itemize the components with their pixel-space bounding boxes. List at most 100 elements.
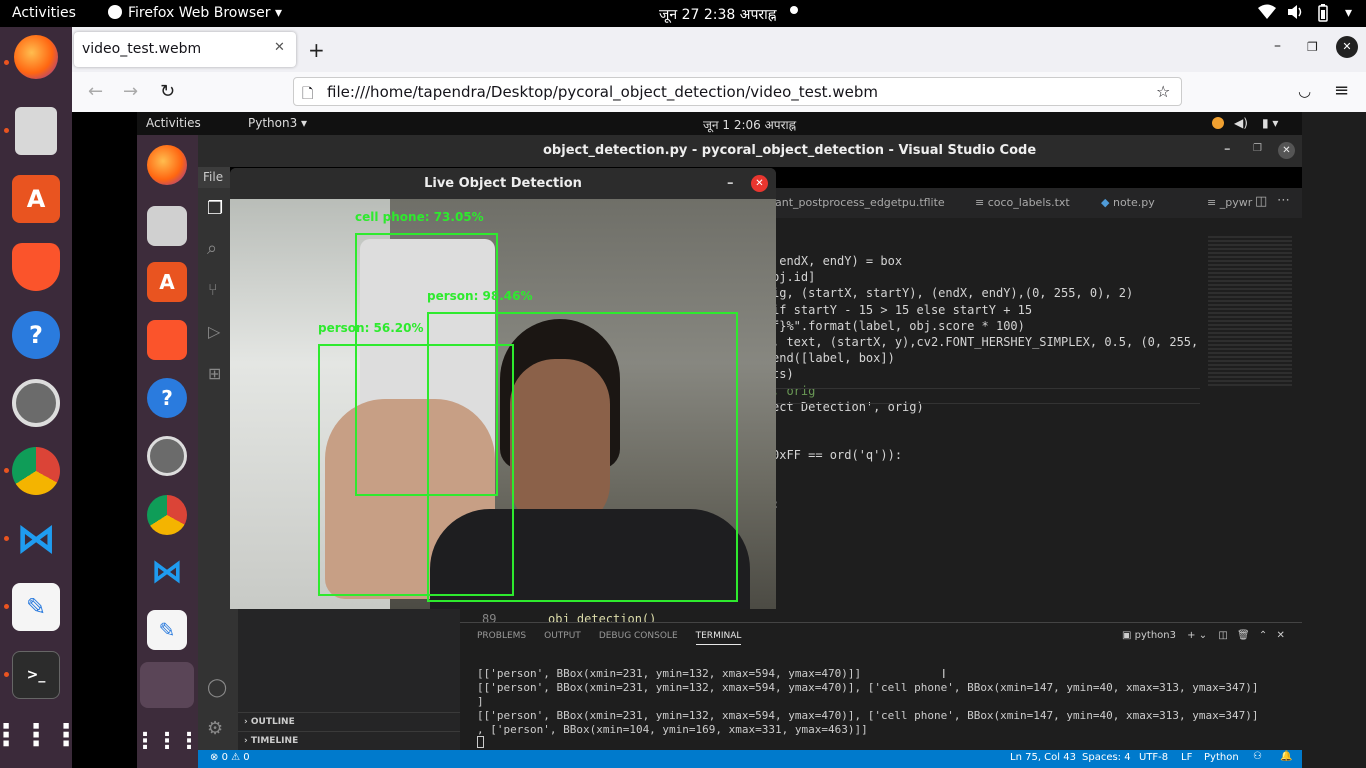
notification-dot xyxy=(790,6,798,14)
list-icon: ≡ xyxy=(975,196,985,209)
reload-icon[interactable]: ↻ xyxy=(160,81,175,102)
vscode-minimize-icon: – xyxy=(1224,142,1231,157)
more-actions-icon: ⋯ xyxy=(1277,193,1290,208)
show-apps-icon[interactable]: ⋮⋮⋮ xyxy=(0,711,81,759)
close-panel-icon: ✕ xyxy=(1276,630,1285,641)
back-icon[interactable]: ← xyxy=(88,81,103,102)
new-tab-icon[interactable]: + xyxy=(308,38,325,62)
inner-running-app-icon xyxy=(140,662,194,708)
clock[interactable]: जून 27 2:38 अपराह्न xyxy=(659,5,776,24)
file-icon: 🗋 xyxy=(302,86,314,102)
firefox-icon xyxy=(108,5,122,19)
maximize-icon[interactable]: ❐ xyxy=(1307,40,1318,54)
code-line: f}%".format(label, obj.score * 100) xyxy=(772,318,1025,333)
volume-icon[interactable] xyxy=(1287,4,1303,24)
detection-close-icon: ✕ xyxy=(751,175,768,192)
camera-frame: cell phone: 73.05% person: 98.46% person… xyxy=(230,199,776,609)
vscode-close-icon: ✕ xyxy=(1278,142,1295,159)
code-line: endX, endY) = box xyxy=(772,254,903,268)
notifications-bell-icon: 🔔 xyxy=(1280,751,1293,762)
running-indicator xyxy=(4,536,9,541)
inner-text-editor-icon: ✎ xyxy=(147,610,187,650)
code-line: ig, (startX, startY), (endX, endY),(0, 2… xyxy=(772,286,1134,301)
app-menu[interactable]: Firefox Web Browser ▾ xyxy=(108,5,282,21)
trash-icon: 🗑 xyxy=(1236,630,1250,641)
bottom-panel: PROBLEMS OUTPUT DEBUG CONSOLE TERMINAL ▣ py… xyxy=(460,622,1302,750)
hamburger-menu-icon[interactable]: ≡ xyxy=(1334,80,1349,101)
inner-activities: Activities xyxy=(146,116,201,130)
running-indicator xyxy=(4,60,9,65)
dock: A ? ⋈ ✎ >_ ⋮⋮⋮ xyxy=(0,27,81,768)
warning-count: 0 xyxy=(243,752,250,763)
tab-tflite: ant_postprocess_edgetpu.tflite xyxy=(775,196,945,209)
inner-help-icon: ? xyxy=(147,378,187,418)
inner-top-bar: Activities Python3 ▾ जून 1 2:06 अपराह्न … xyxy=(137,112,1302,135)
inner-dock: A ? ⋈ ✎ ⋮⋮⋮ xyxy=(134,135,200,768)
firefox-icon[interactable] xyxy=(14,35,58,79)
inner-app-menu: Python3 ▾ xyxy=(248,116,308,130)
tab-coco-labels: ≡ coco_labels.txt xyxy=(975,196,1070,209)
forward-icon[interactable]: → xyxy=(123,81,138,102)
code-lines: endX, endY) = box bj.id] ig, (startX, star… xyxy=(772,254,1202,513)
chevron-down-icon: ⌄ xyxy=(1198,630,1208,641)
code-line: 0xFF == ord('q')): xyxy=(772,448,903,463)
text-cursor-icon: I xyxy=(942,667,946,681)
activities-button[interactable]: Activities xyxy=(12,5,76,21)
software-icon[interactable]: A xyxy=(12,175,60,223)
pocket-icon[interactable]: ◡ xyxy=(1298,82,1311,100)
inner-battery-icon: ▮ ▾ xyxy=(1262,116,1279,130)
running-indicator xyxy=(4,468,9,473)
terminal-cursor xyxy=(477,736,484,748)
feedback-icon: ⚇ xyxy=(1253,751,1262,762)
settings-icon[interactable] xyxy=(12,379,60,427)
encoding: UTF-8 xyxy=(1139,752,1169,763)
url-bar[interactable]: 🗋 file:///home/tapendra/Desktop/pycoral_… xyxy=(293,77,1182,106)
detection-minimize-icon: – xyxy=(727,176,734,191)
system-menu-chevron-icon[interactable]: ▾ xyxy=(1345,5,1352,21)
language-mode: Python xyxy=(1204,752,1239,763)
battery-icon[interactable] xyxy=(1316,4,1330,26)
terminal-icon[interactable]: >_ xyxy=(12,651,60,699)
detection-window-title-text: Live Object Detection xyxy=(424,176,582,191)
minimize-icon[interactable]: – xyxy=(1274,38,1281,54)
code-line: end([label, box]) xyxy=(772,351,895,366)
help-icon[interactable]: ? xyxy=(12,311,60,359)
explorer-icon: ❐ xyxy=(207,198,224,219)
terminal-line: , ['person', BBox(xmin=104, ymin=169, xm… xyxy=(477,723,868,736)
bookmark-star-icon[interactable]: ☆ xyxy=(1156,82,1170,101)
inner-firefox-icon xyxy=(147,145,187,185)
label-cell-phone: cell phone: 73.05% xyxy=(355,210,484,224)
minimap xyxy=(1208,236,1292,386)
current-line-highlight xyxy=(776,388,1200,404)
chevron-right-icon: › xyxy=(244,717,248,727)
terminal-icon: ▣ xyxy=(1122,630,1132,641)
text-editor-icon[interactable]: ✎ xyxy=(12,583,60,631)
tab-note-py-label: note.py xyxy=(1112,196,1155,209)
inner-vscode-icon: ⋈ xyxy=(151,552,183,590)
brave-icon[interactable] xyxy=(12,243,60,291)
close-window-icon[interactable]: ✕ xyxy=(1336,36,1358,58)
running-indicator xyxy=(4,128,9,133)
browser-tab[interactable]: video_test.webm ✕ xyxy=(74,32,296,67)
chrome-icon[interactable] xyxy=(12,447,60,495)
wifi-icon[interactable] xyxy=(1258,4,1276,24)
app-menu-label: Firefox Web Browser xyxy=(128,5,271,21)
inner-brave-icon xyxy=(147,320,187,360)
run-debug-icon: ▷ xyxy=(208,322,221,341)
vscode-icon[interactable]: ⋈ xyxy=(12,515,60,563)
menu-file: File xyxy=(203,170,224,184)
terminal-name: python3 xyxy=(1134,630,1176,641)
chevron-down-icon: ▾ xyxy=(274,5,282,21)
status-bar: ⊗ 0 ⚠ 0 Ln 75, Col 43 Spaces: 4 UTF-8 LF… xyxy=(198,750,1302,768)
accounts-icon: ◯ xyxy=(207,677,228,698)
tab-output: OUTPUT xyxy=(544,631,581,641)
files-icon[interactable] xyxy=(15,107,57,155)
code-line: , text, (startX, y),cv2.FONT_HERSHEY_SIM… xyxy=(772,334,1199,349)
tab-pywr-label: _pywr xyxy=(1219,196,1253,209)
close-tab-icon[interactable]: ✕ xyxy=(274,40,285,55)
search-icon: ⌕ xyxy=(207,238,218,259)
url-text: file:///home/tapendra/Desktop/pycoral_ob… xyxy=(327,83,878,101)
